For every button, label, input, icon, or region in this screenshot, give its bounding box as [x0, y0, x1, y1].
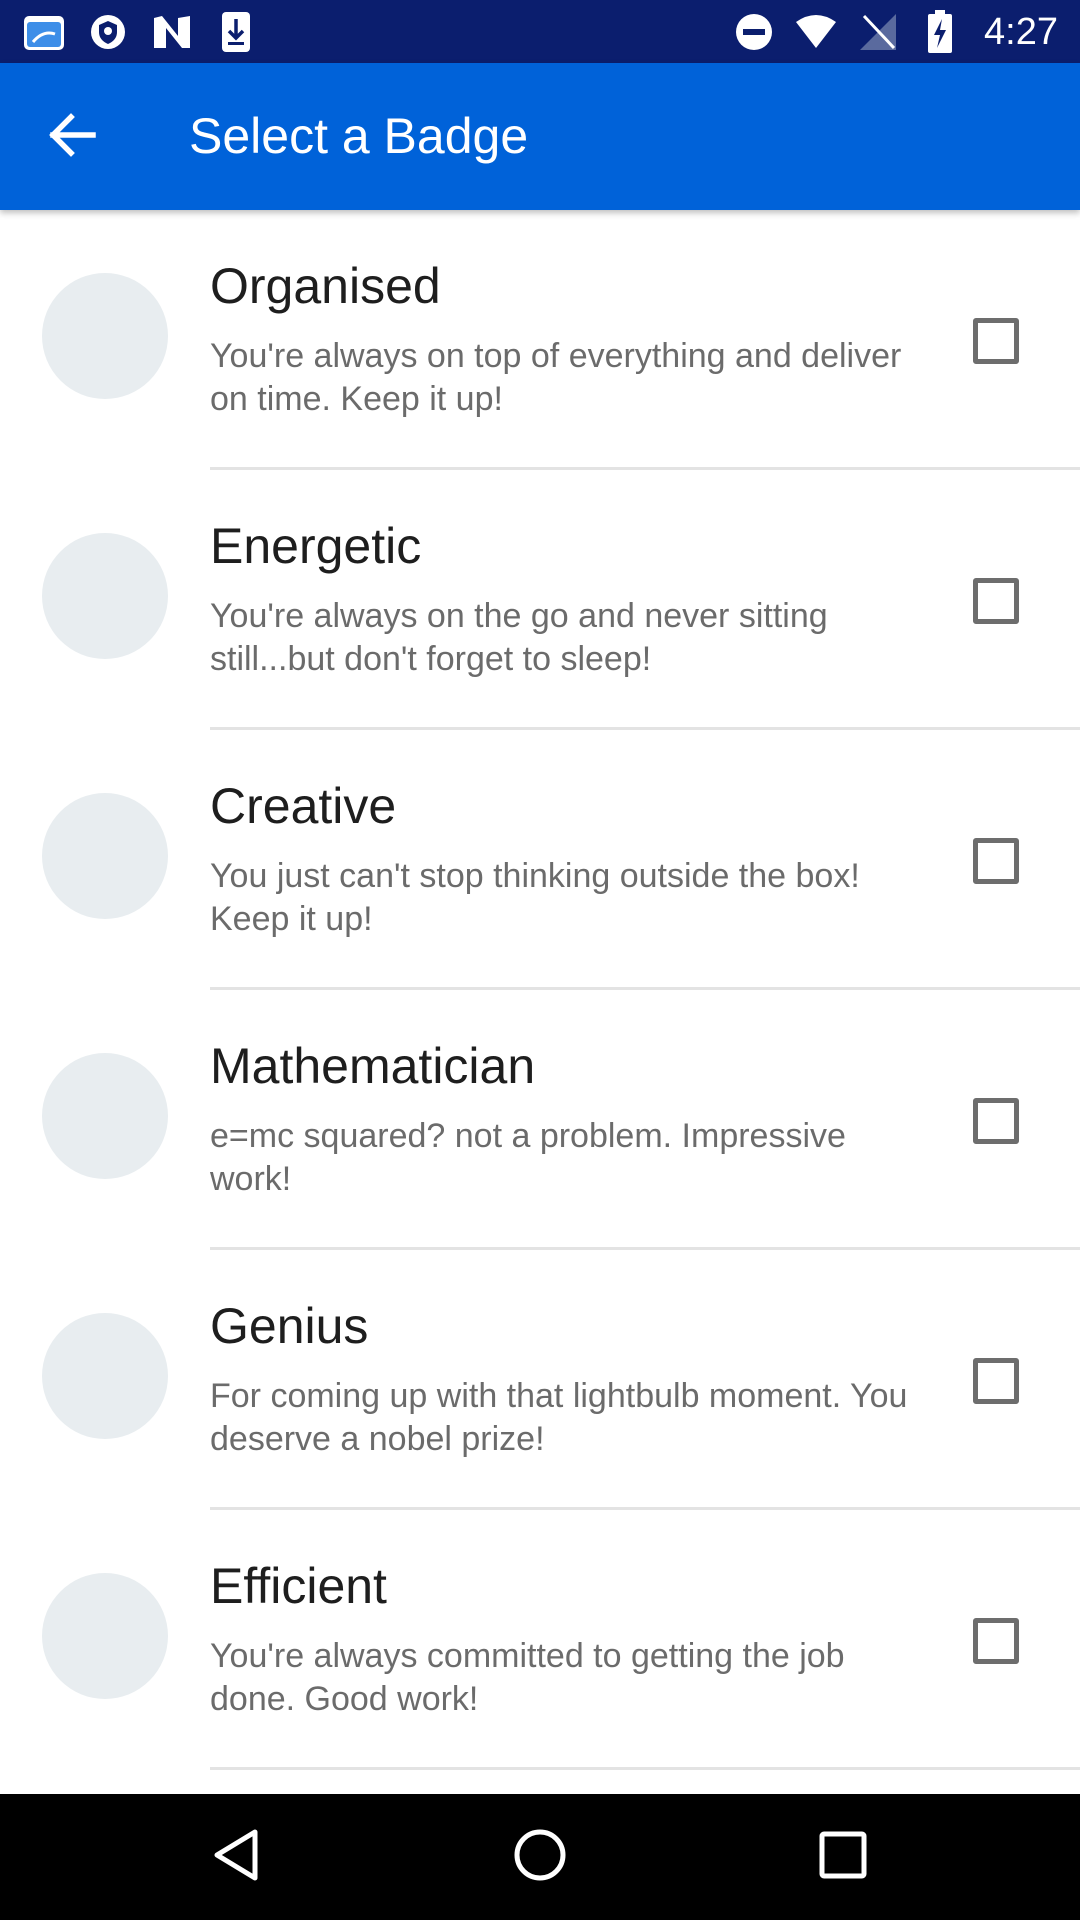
page-title: Select a Badge — [189, 108, 529, 164]
badge-description: You're always committed to getting the j… — [210, 1637, 845, 1718]
divider — [210, 1767, 1080, 1770]
badge-avatar — [42, 793, 168, 919]
badge-avatar — [42, 1053, 168, 1179]
download-icon — [214, 10, 258, 54]
badge-avatar — [42, 533, 168, 659]
list-item[interactable]: Organised You're always on top of everyt… — [0, 210, 1080, 470]
badge-checkbox[interactable] — [973, 1098, 1019, 1144]
arrow-left-icon — [47, 112, 97, 162]
badge-checkbox[interactable] — [973, 578, 1019, 624]
shield-icon — [86, 10, 130, 54]
badge-title: Mathematician — [210, 1038, 536, 1094]
no-signal-icon — [856, 10, 900, 54]
badge-description: e=mc squared? not a problem. Impressive … — [210, 1117, 846, 1198]
nav-home-button[interactable] — [490, 1807, 590, 1907]
status-time: 4:27 — [984, 10, 1058, 53]
n-icon — [150, 10, 194, 54]
badge-description: You're always on top of everything and d… — [210, 337, 902, 418]
badge-list: Organised You're always on top of everyt… — [0, 210, 1080, 1794]
badge-title: Organised — [210, 258, 441, 314]
back-button[interactable] — [36, 101, 108, 173]
wifi-icon — [794, 10, 838, 54]
nav-recents-button[interactable] — [793, 1807, 893, 1907]
list-item[interactable]: Creative You just can't stop thinking ou… — [0, 730, 1080, 990]
battery-charging-icon — [918, 10, 962, 54]
do-not-disturb-icon — [732, 10, 776, 54]
back-triangle-icon — [211, 1828, 261, 1887]
list-item[interactable]: Efficient You're always committed to get… — [0, 1510, 1080, 1770]
list-item[interactable]: Genius For coming up with that lightbulb… — [0, 1250, 1080, 1510]
badge-checkbox[interactable] — [973, 1618, 1019, 1664]
badge-avatar — [42, 1313, 168, 1439]
file-manager-icon — [22, 10, 66, 54]
badge-avatar — [42, 273, 168, 399]
list-item[interactable]: Mathematician e=mc squared? not a proble… — [0, 990, 1080, 1250]
badge-avatar — [42, 1573, 168, 1699]
badge-title: Energetic — [210, 518, 422, 574]
badge-title: Efficient — [210, 1558, 387, 1614]
badge-checkbox[interactable] — [973, 318, 1019, 364]
badge-description: For coming up with that lightbulb moment… — [210, 1377, 908, 1458]
badge-title: Creative — [210, 778, 397, 834]
status-bar: 4:27 — [0, 0, 1080, 63]
badge-title: Genius — [210, 1298, 369, 1354]
list-item[interactable]: Energetic You're always on the go and ne… — [0, 470, 1080, 730]
recents-square-icon — [819, 1831, 867, 1884]
badge-checkbox[interactable] — [973, 838, 1019, 884]
home-circle-icon — [513, 1828, 567, 1887]
badge-description: You just can't stop thinking outside the… — [210, 857, 860, 938]
system-nav-bar — [0, 1794, 1080, 1920]
nav-back-button[interactable] — [186, 1807, 286, 1907]
badge-checkbox[interactable] — [973, 1358, 1019, 1404]
app-bar: Select a Badge — [0, 63, 1080, 210]
badge-description: You're always on the go and never sittin… — [210, 597, 828, 678]
